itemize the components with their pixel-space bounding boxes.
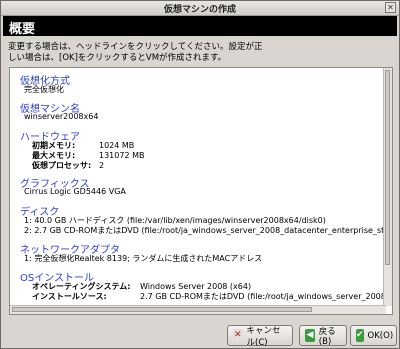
summary-content: 仮想化方式 完全仮想化 仮想マシン名 winserver2008x64 ハードウ… (10, 68, 386, 306)
page-title: 概要 (9, 22, 36, 37)
os-value: Windows Server 2008 (x64) (140, 282, 252, 291)
window-title: 仮想マシンの作成 (163, 5, 236, 15)
ok-button-label: OK(O) (367, 330, 394, 341)
os-value: 2.7 GB CD-ROMまたはDVD (file:/root/ja_windo… (140, 292, 386, 301)
vertical-scrollbar-thumb[interactable] (385, 70, 390, 265)
page-header: 概要 (3, 16, 397, 37)
hardware-row-vcpus: 仮想プロセッサ: 2 (32, 160, 104, 171)
create-vm-dialog: 仮想マシンの作成 ✕ 概要 変更する場合は、ヘッドラインをクリックしてください。… (0, 0, 400, 349)
back-button-label: 戻る(B) (318, 326, 336, 347)
ok-button[interactable]: ✔ OK(O) (350, 325, 397, 346)
checkmark-icon: ✔ (356, 329, 364, 342)
instructions-line-1: 変更する場合は、ヘッドラインをクリックしてください。設定が正 (8, 42, 263, 52)
hardware-value: 1024 MB (99, 141, 135, 150)
vertical-scrollbar[interactable] (383, 68, 392, 306)
os-label: インストールソース: (32, 292, 107, 301)
cancel-button-label: キャンセル(C) (246, 325, 281, 348)
vm-name-value: winserver2008x64 (24, 112, 99, 121)
os-row-source: インストールソース: 2.7 GB CD-ROMまたはDVD (file:/roo… (32, 291, 386, 302)
network-item: 1: 完全仮想化Realtek 8139; ランダムに生成されたMACアドレス (24, 254, 263, 263)
cancel-icon: ✕ (233, 329, 243, 342)
disk-item: 2: 2.7 GB CD-ROMまたはDVD (file:/root/ja_wi… (24, 226, 386, 235)
cancel-button[interactable]: ✕ キャンセル(C) (227, 325, 293, 348)
graphics-value: Cirrus Logic GD5446 VGA (24, 187, 126, 196)
instructions: 変更する場合は、ヘッドラインをクリックしてください。設定が正 しい場合は、[OK… (8, 42, 393, 64)
hardware-label: 仮想プロセッサ: (32, 161, 92, 170)
virtualization-value: 完全仮想化 (24, 85, 64, 94)
back-button[interactable]: ◀ 戻る(B) (299, 325, 347, 347)
instructions-line-2: しい場合は、[OK]をクリックするとVMが作成されます。 (8, 53, 227, 63)
summary-panel: 仮想化方式 完全仮想化 仮想マシン名 winserver2008x64 ハードウ… (9, 67, 393, 315)
horizontal-scrollbar[interactable] (10, 305, 386, 314)
hardware-value: 131072 MB (99, 151, 145, 160)
close-icon[interactable]: ✕ (385, 2, 396, 13)
title-bar[interactable]: 仮想マシンの作成 ✕ (1, 1, 399, 16)
horizontal-scrollbar-thumb[interactable] (12, 307, 312, 312)
hardware-value: 2 (99, 161, 105, 170)
back-arrow-icon: ◀ (305, 329, 315, 342)
